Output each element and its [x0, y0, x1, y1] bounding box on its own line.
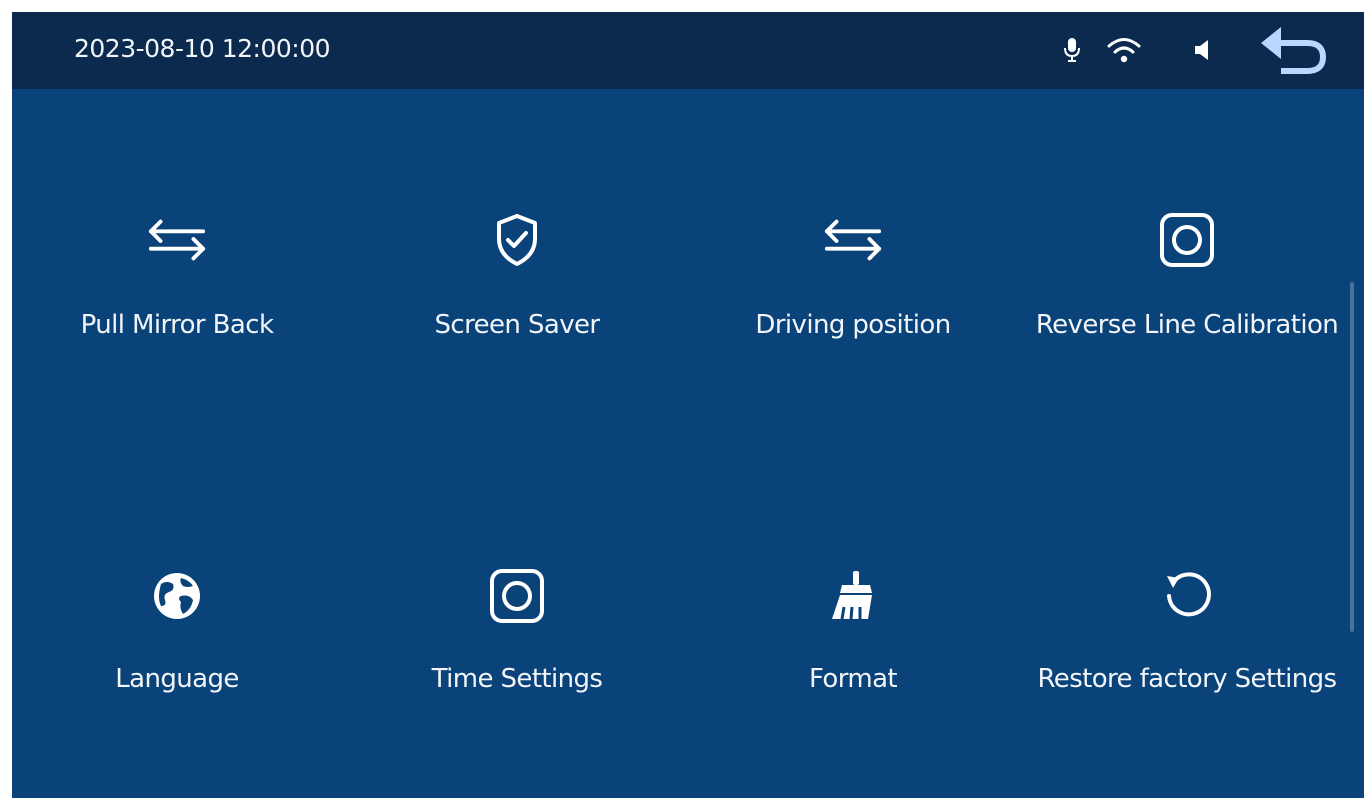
- menu-item-label: Time Settings: [431, 664, 603, 694]
- format-button[interactable]: Format: [688, 558, 1018, 758]
- shield-check-icon: [487, 210, 547, 270]
- volume-icon: [1188, 34, 1216, 66]
- pull-mirror-back-button[interactable]: Pull Mirror Back: [12, 202, 342, 402]
- wifi-icon: [1102, 32, 1146, 68]
- swap-arrows-icon: [147, 210, 207, 270]
- time-settings-button[interactable]: Time Settings: [352, 558, 682, 758]
- menu-item-label: Screen Saver: [434, 310, 601, 340]
- back-icon[interactable]: [1254, 22, 1336, 80]
- camera-lens-icon: [1157, 210, 1217, 270]
- menu-item-label: Language: [115, 664, 239, 694]
- scrollbar[interactable]: [1350, 282, 1354, 632]
- broom-icon: [823, 566, 883, 626]
- settings-screen: 2023-08-10 12:00:00 Pull Mirror Back Scr…: [12, 12, 1364, 798]
- status-bar: 2023-08-10 12:00:00: [12, 12, 1364, 89]
- datetime: 2023-08-10 12:00:00: [74, 34, 331, 63]
- restore-factory-settings-button[interactable]: Restore factory Settings: [1022, 558, 1352, 758]
- screen-saver-button[interactable]: Screen Saver: [352, 202, 682, 402]
- language-button[interactable]: Language: [12, 558, 342, 758]
- driving-position-button[interactable]: Driving position: [688, 202, 1018, 402]
- restore-icon: [1157, 566, 1217, 626]
- globe-icon: [147, 566, 207, 626]
- menu-item-label: Format: [808, 664, 898, 694]
- swap-arrows-icon: [823, 210, 883, 270]
- menu-item-label: Pull Mirror Back: [80, 310, 274, 340]
- menu-item-label: Restore factory Settings: [1037, 664, 1338, 694]
- menu-item-label: Reverse Line Calibration: [1035, 310, 1339, 340]
- mic-icon: [1058, 34, 1086, 66]
- menu-item-label: Driving position: [755, 310, 951, 340]
- camera-lens-icon: [487, 566, 547, 626]
- reverse-line-calibration-button[interactable]: Reverse Line Calibration: [1022, 202, 1352, 402]
